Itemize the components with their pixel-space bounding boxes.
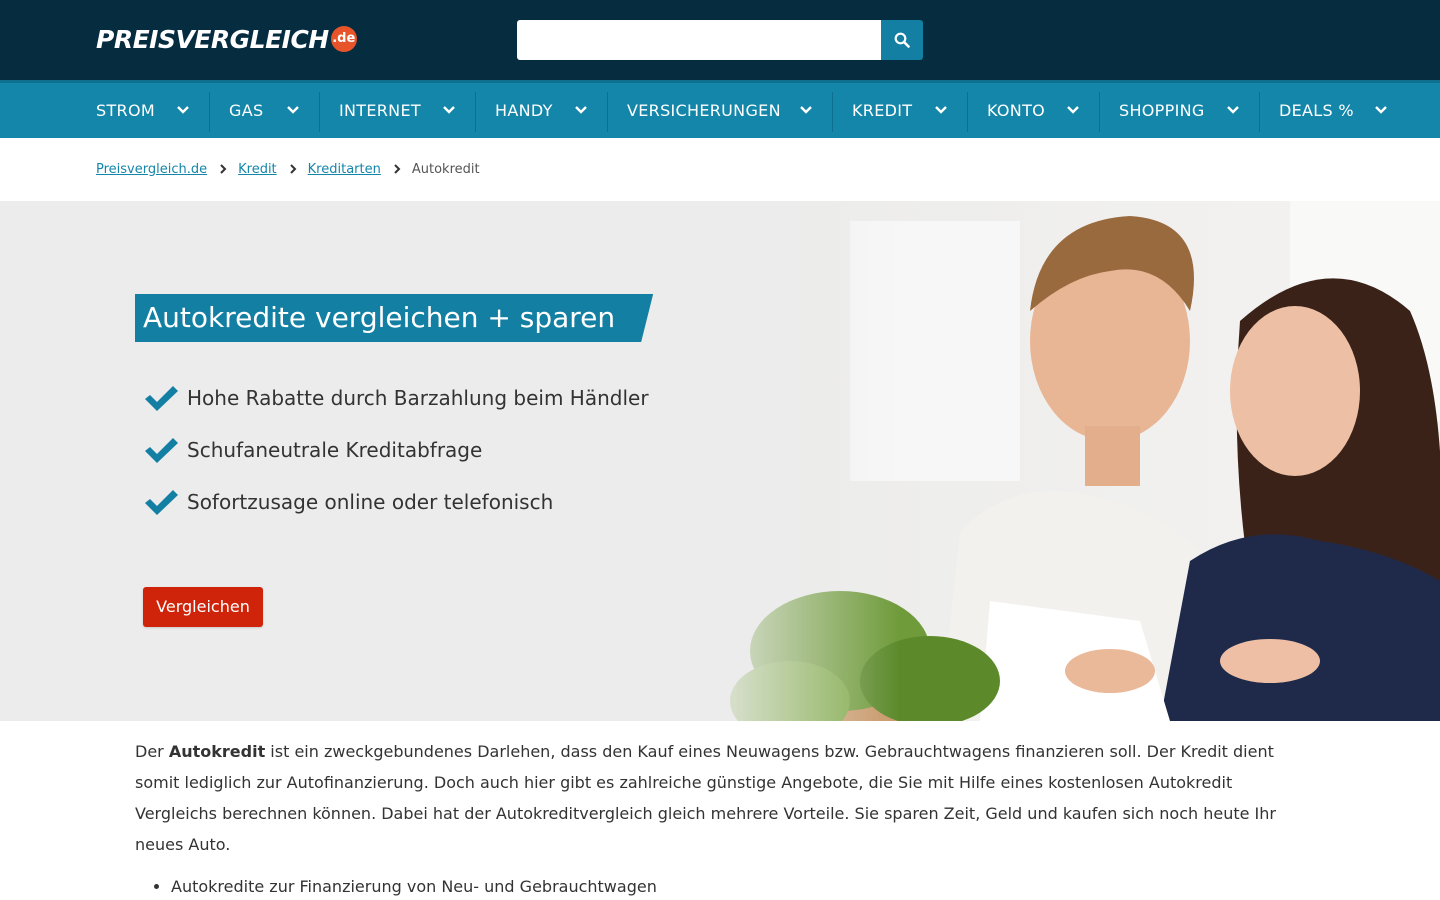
intro-keyword: Autokredit xyxy=(168,742,266,761)
intro-prefix: Der xyxy=(135,742,169,761)
checkmark-icon xyxy=(145,490,178,515)
breadcrumb: Preisvergleich.de Kredit Kreditarten Aut… xyxy=(96,158,480,180)
nav-divider xyxy=(607,92,608,132)
logo-badge: .de xyxy=(330,26,357,52)
nav-item-internet[interactable]: INTERNET xyxy=(339,83,456,138)
chevron-right-icon xyxy=(394,164,401,174)
usp-item: Schufaneutrale Kreditabfrage xyxy=(143,435,482,465)
nav-label: INTERNET xyxy=(339,101,421,120)
nav-item-shopping[interactable]: SHOPPING xyxy=(1119,83,1240,138)
nav-label: SHOPPING xyxy=(1119,101,1205,120)
intro-text: ist ein zweckgebundenes Darlehen, dass d… xyxy=(135,742,1276,854)
site-logo[interactable]: PREISVERGLEICH .de xyxy=(96,22,357,56)
nav-divider xyxy=(832,92,833,132)
chevron-down-icon xyxy=(1227,106,1239,114)
chevron-down-icon xyxy=(935,106,947,114)
usp-item: Hohe Rabatte durch Barzahlung beim Händl… xyxy=(143,383,649,413)
hero-title: Autokredite vergleichen + sparen xyxy=(135,294,653,342)
hero-photo xyxy=(690,201,1440,721)
compare-button[interactable]: Vergleichen xyxy=(143,587,263,627)
article-content: Der Autokredit ist ein zweckgebundenes D… xyxy=(135,736,1295,900)
search-button[interactable] xyxy=(881,20,923,60)
nav-label: KREDIT xyxy=(852,101,913,120)
chevron-down-icon xyxy=(800,106,812,114)
usp-text: Schufaneutrale Kreditabfrage xyxy=(187,438,483,462)
checkmark-icon xyxy=(145,438,178,463)
nav-label: VERSICHERUNGEN xyxy=(627,101,781,120)
search-icon xyxy=(894,32,910,48)
search-bar xyxy=(517,20,923,60)
logo-text: PREISVERGLEICH xyxy=(96,24,329,54)
nav-divider xyxy=(1259,92,1260,132)
chevron-down-icon xyxy=(177,106,189,114)
nav-divider xyxy=(209,92,210,132)
benefits-list: Autokredite zur Finanzierung von Neu- un… xyxy=(135,874,1295,900)
usp-text: Sofortzusage online oder telefonisch xyxy=(187,490,554,514)
intro-paragraph: Der Autokredit ist ein zweckgebundenes D… xyxy=(135,736,1295,860)
top-header: PREISVERGLEICH .de xyxy=(0,0,1440,80)
chevron-down-icon xyxy=(287,106,299,114)
usp-item: Sofortzusage online oder telefonisch xyxy=(143,487,553,517)
checkmark-icon xyxy=(145,386,178,411)
chevron-down-icon xyxy=(575,106,587,114)
nav-item-handy[interactable]: HANDY xyxy=(495,83,588,138)
usp-text: Hohe Rabatte durch Barzahlung beim Händl… xyxy=(187,386,649,410)
main-navigation: STROM GAS INTERNET HANDY VERSICHERUNGEN … xyxy=(0,80,1440,138)
chevron-right-icon xyxy=(220,164,227,174)
hero-banner: Autokredite vergleichen + sparen Hohe Ra… xyxy=(0,201,1440,721)
nav-divider xyxy=(967,92,968,132)
breadcrumb-link-home[interactable]: Preisvergleich.de xyxy=(96,162,207,177)
nav-item-konto[interactable]: KONTO xyxy=(987,83,1080,138)
nav-label: DEALS % xyxy=(1279,101,1354,120)
chevron-down-icon xyxy=(1067,106,1079,114)
breadcrumb-link-kreditarten[interactable]: Kreditarten xyxy=(308,162,381,177)
nav-divider xyxy=(1099,92,1100,132)
nav-item-deals[interactable]: DEALS % xyxy=(1279,83,1388,138)
breadcrumb-link-kredit[interactable]: Kredit xyxy=(238,162,277,177)
breadcrumb-current: Autokredit xyxy=(411,161,480,177)
nav-item-kredit[interactable]: KREDIT xyxy=(852,83,948,138)
nav-divider xyxy=(319,92,320,132)
chevron-right-icon xyxy=(289,164,297,174)
chevron-down-icon xyxy=(443,106,455,114)
nav-label: GAS xyxy=(229,101,264,120)
chevron-down-icon xyxy=(1375,106,1387,114)
search-input[interactable] xyxy=(517,20,881,60)
nav-item-gas[interactable]: GAS xyxy=(229,83,300,138)
nav-label: STROM xyxy=(96,101,155,120)
nav-label: HANDY xyxy=(495,101,553,120)
nav-item-versicherungen[interactable]: VERSICHERUNGEN xyxy=(627,83,813,138)
nav-divider xyxy=(475,92,476,132)
nav-label: KONTO xyxy=(987,101,1046,120)
nav-item-strom[interactable]: STROM xyxy=(96,83,190,138)
list-item: Autokredite zur Finanzierung von Neu- un… xyxy=(171,874,1295,900)
